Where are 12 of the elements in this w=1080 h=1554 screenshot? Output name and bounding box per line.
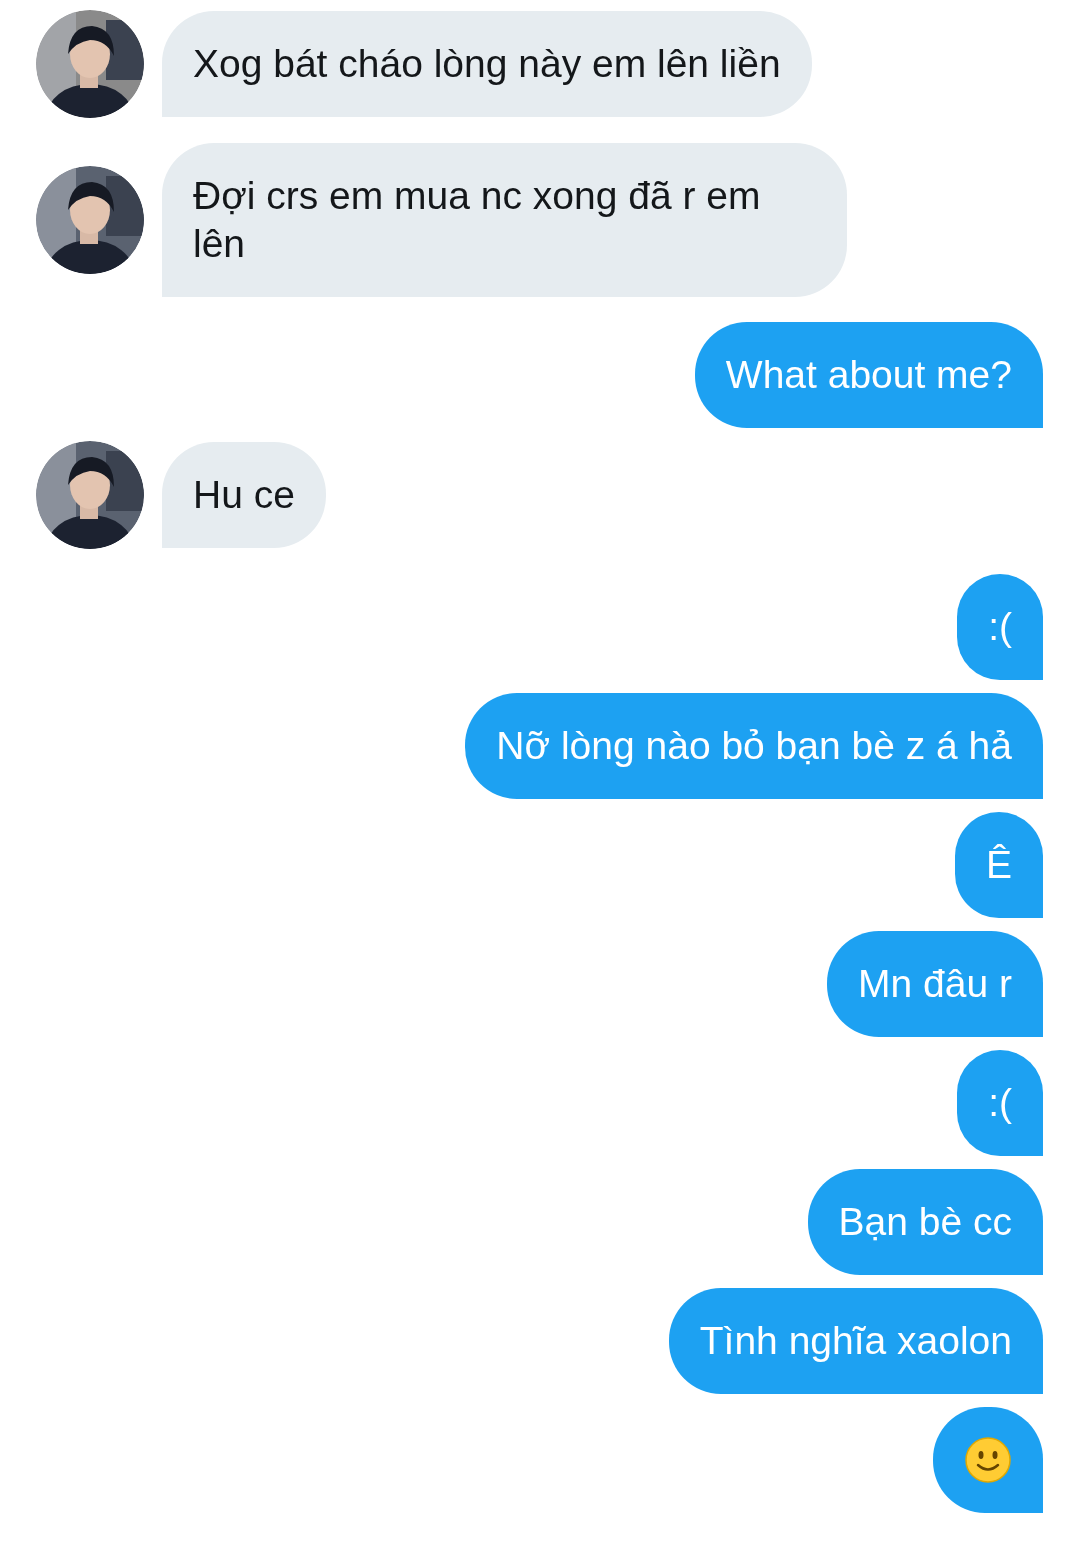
sent-message-bubble: Bạn bè cc <box>807 1169 1043 1275</box>
sent-message-bubble: Ê <box>955 812 1043 918</box>
sent-message-bubble: Nỡ lòng nào bỏ bạn bè z á hả <box>465 693 1043 799</box>
received-message-bubble: Xog bát cháo lòng này em lên liền <box>162 11 812 117</box>
sent-message-bubble: :( <box>957 1050 1043 1156</box>
sent-message-bubble: Mn đâu r <box>827 931 1043 1037</box>
received-message-bubble: Hu ce <box>162 442 326 548</box>
received-message-bubble: Đợi crs em mua nc xong đã r em lên <box>162 143 847 297</box>
sent-message-bubble: Tình nghĩa xaolon <box>668 1288 1043 1394</box>
smiley-face-icon <box>964 1436 1012 1484</box>
sent-message-bubble: :( <box>957 574 1043 680</box>
sent-message-bubble: What about me? <box>694 322 1043 428</box>
